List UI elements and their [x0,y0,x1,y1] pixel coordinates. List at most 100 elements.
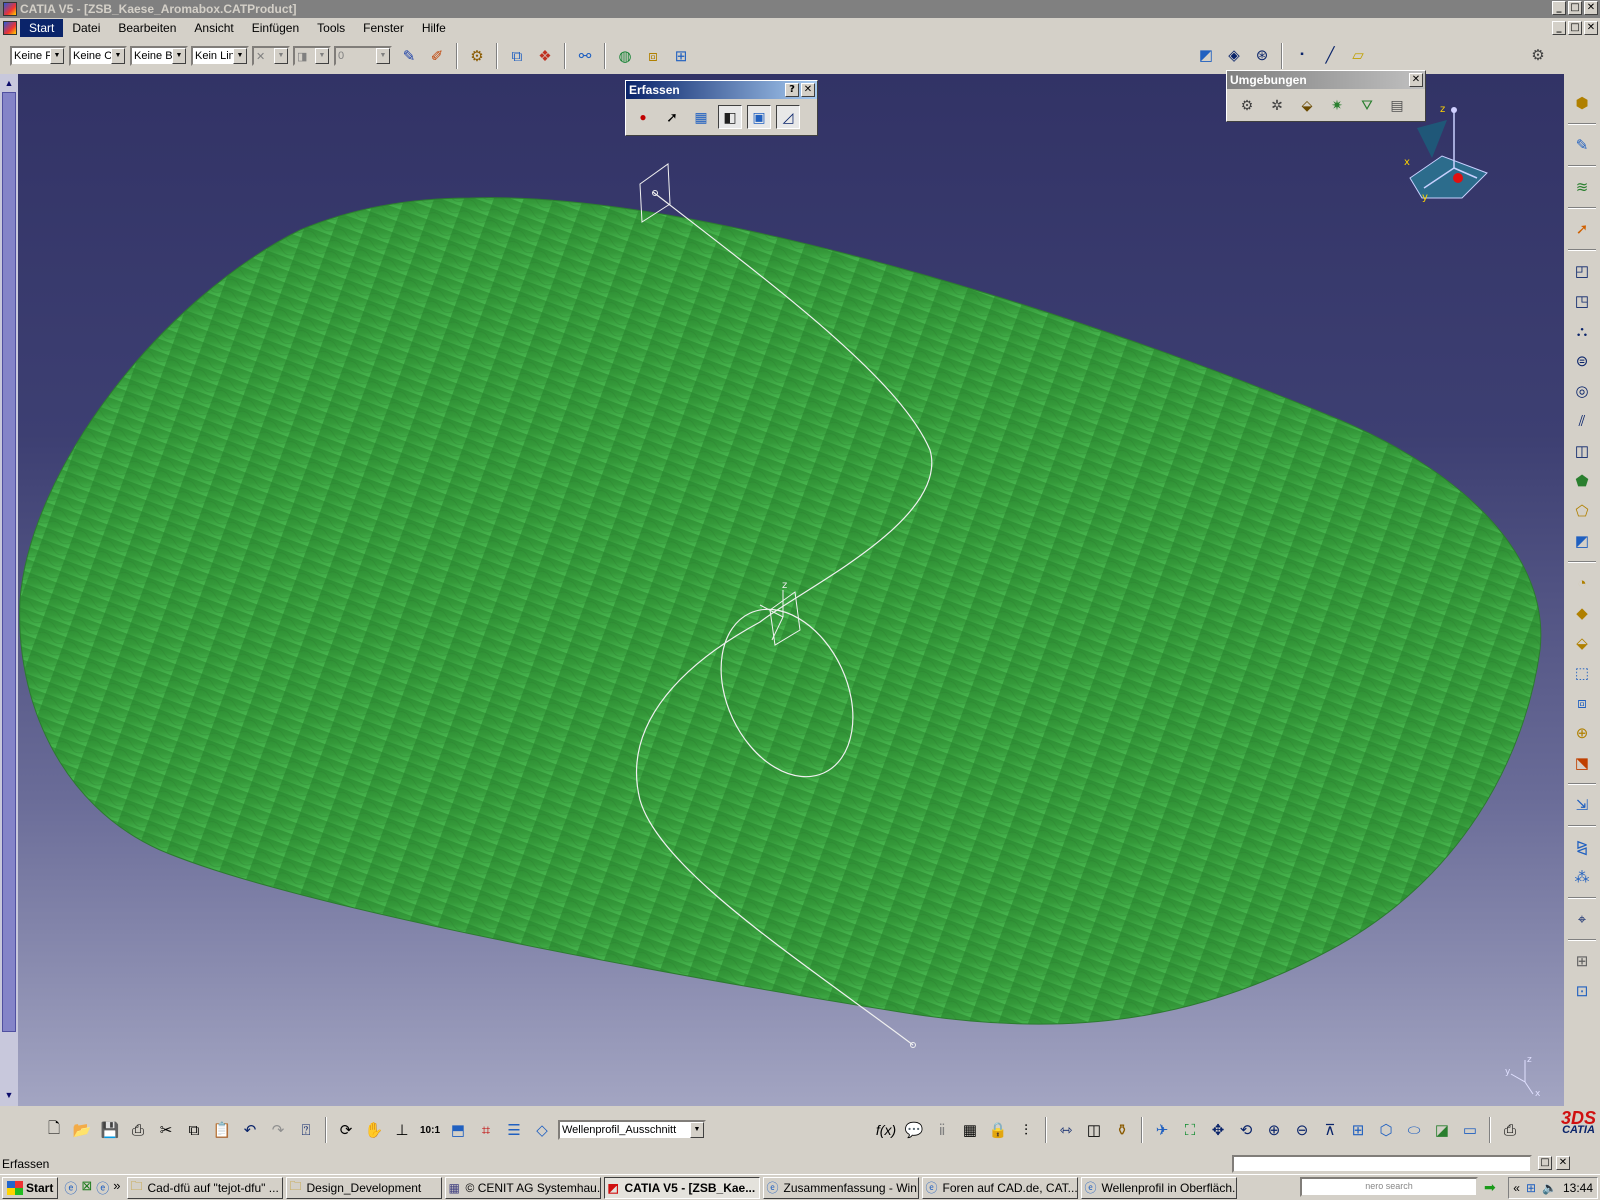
chevron-down-icon[interactable]: ▼ [274,48,288,64]
boolean-icon[interactable]: ⊞ [1569,948,1595,974]
snap-icon[interactable]: ⊛ [1250,43,1274,67]
task-button[interactable]: ▦ © CENIT AG Systemhau... [444,1176,601,1199]
line-type-combo[interactable]: Kein Lin ▼ [191,46,249,66]
scroll-down-arrow[interactable]: ▼ [2,1088,16,1102]
rendering-style-combo[interactable]: ◨ ▼ [293,46,331,66]
search-go-icon[interactable]: ➡ [1484,1179,1496,1196]
tray-chevron[interactable]: « [1513,1181,1520,1195]
menu-bearbeiten[interactable]: Bearbeiten [109,19,185,37]
mirror-icon[interactable]: ⧎ [1569,834,1595,860]
pattern-icon[interactable]: ⁂ [1569,864,1595,890]
part-design-icon[interactable]: ⬢ [1569,90,1595,116]
shaft-icon[interactable]: ⛬ [1569,318,1595,344]
remove-face-icon[interactable]: ⬔ [1569,750,1595,776]
undo-icon[interactable]: ↶ [237,1117,263,1143]
comment-icon[interactable]: 💬 [901,1117,927,1143]
parameters-icon[interactable]: ⫶ [1013,1117,1039,1143]
axis-icon[interactable]: ⊥ [389,1117,415,1143]
light-icon[interactable]: ✷ [1325,93,1349,117]
gears-icon[interactable]: ⚙ [1235,93,1259,117]
menu-start[interactable]: Start [20,19,64,37]
new-document-icon[interactable]: 🗋 [41,1117,67,1143]
task-button[interactable]: ⓔ Wellenprofil in Oberfläch... [1080,1176,1237,1199]
publish-icon[interactable]: ⎙ [1497,1117,1523,1143]
rotate-icon[interactable]: ⟲ [1233,1117,1259,1143]
erfassen-close-button[interactable]: ✕ [801,83,815,97]
snap-grid-icon[interactable]: ⌗ [473,1117,499,1143]
command-input[interactable] [1232,1155,1532,1173]
select-cursor-icon[interactable]: ➚ [660,105,684,129]
image-icon[interactable]: ▣ [747,105,771,129]
scroll-up-arrow[interactable]: ▲ [2,76,16,90]
chevron-down-icon[interactable]: ▼ [111,48,125,64]
catalog-icon[interactable]: ⧈ [641,44,665,68]
globe-icon[interactable]: ◍ [613,44,637,68]
multi-view-icon[interactable]: ⊞ [1345,1117,1371,1143]
record-icon[interactable]: ● [631,105,655,129]
environment-icon[interactable]: ▤ [1385,93,1409,117]
settings-gear-icon[interactable]: ⚙ [1526,43,1550,67]
command-restore-button[interactable]: □ [1538,1156,1552,1170]
thread-icon[interactable]: ⊕ [1569,720,1595,746]
layer-combo[interactable]: 0 ▼ [334,46,392,66]
inertia-icon[interactable]: ⚱ [1109,1117,1135,1143]
component-icon[interactable]: ❖ [533,44,557,68]
gear-icon[interactable]: ✲ [1265,93,1289,117]
stiffener-icon[interactable]: ⬟ [1569,468,1595,494]
nero-search-field[interactable]: nero search [1300,1177,1478,1197]
pad-icon[interactable]: ◰ [1569,258,1595,284]
select-arrow-icon[interactable]: ➚ [1569,216,1595,242]
chevron-down-icon[interactable]: ▼ [376,48,390,64]
quick-launch-more[interactable]: » [113,1178,120,1197]
lock-icon[interactable]: 🔒 [985,1117,1011,1143]
minimize-button[interactable]: _ [1552,1,1566,15]
hand-pan-icon[interactable]: ✋ [361,1117,387,1143]
swap-space-icon[interactable]: ▭ [1457,1117,1483,1143]
redo-icon[interactable]: ↷ [265,1117,291,1143]
umgebungen-close-button[interactable]: ✕ [1409,73,1423,87]
fit-all-icon[interactable]: ⛶ [1177,1117,1203,1143]
chamfer-icon[interactable]: ◆ [1569,600,1595,626]
iso-view-icon[interactable]: ⬡ [1373,1117,1399,1143]
chevron-down-icon[interactable]: ▼ [50,48,64,64]
painter-brush-icon[interactable]: ✎ [397,44,421,68]
task-button-active[interactable]: ◩ CATIA V5 - [ZSB_Kae... [603,1176,760,1199]
active-view-combo[interactable]: Wellenprofil_Ausschnitt ▼ [558,1120,706,1140]
remove-loft-icon[interactable]: ◩ [1569,528,1595,554]
normal-view-icon[interactable]: ⊼ [1317,1117,1343,1143]
task-button[interactable]: 🗀 Cad-dfü auf "tejot-dfu" ... [126,1176,283,1199]
measure-item-icon[interactable]: ◫ [1081,1117,1107,1143]
chevron-down-icon[interactable]: ▼ [315,48,329,64]
product-icon[interactable]: ⧉ [505,44,529,68]
assembly-icon[interactable]: ⚙ [465,44,489,68]
whats-this-icon[interactable]: ⍰ [293,1117,319,1143]
document-icon[interactable] [3,21,17,35]
menu-datei[interactable]: Datei [63,19,109,37]
hide-show-icon[interactable]: ◪ [1429,1117,1455,1143]
layer-icon[interactable]: ◇ [529,1117,555,1143]
chevron-down-icon[interactable]: ▼ [172,48,186,64]
sketch-icon[interactable]: ✎ [1569,132,1595,158]
analysis-icon[interactable]: ◈ [1222,43,1246,67]
fly-mode-icon[interactable]: ⟳ [333,1117,359,1143]
3d-viewport[interactable]: z z x y z y x [0,74,1564,1106]
loft-icon[interactable]: ⬠ [1569,498,1595,524]
transparency-combo[interactable]: Keine O ▼ [69,46,127,66]
album-icon[interactable]: ◿ [776,105,800,129]
view-mode-icon[interactable]: ⬒ [445,1117,471,1143]
list-icon[interactable]: ☰ [501,1117,527,1143]
menu-fenster[interactable]: Fenster [354,19,413,37]
hole-icon[interactable]: ◎ [1569,378,1595,404]
task-button[interactable]: ⓔ Foren auf CAD.de, CAT... [921,1176,1078,1199]
shell-icon[interactable]: ⬚ [1569,660,1595,686]
task-button[interactable]: 🗀 Design_Development [285,1176,442,1199]
umgebungen-title-bar[interactable]: Umgebungen ✕ [1227,71,1425,89]
constraint-icon[interactable]: ⚯ [573,44,597,68]
line-thickness-combo[interactable]: Keine B ▼ [130,46,188,66]
plane-icon[interactable]: ▱ [1346,43,1370,67]
formula-button[interactable]: f(x) [873,1117,899,1143]
capture-3d-icon[interactable]: ◧ [718,105,742,129]
maximize-button[interactable]: □ [1568,1,1582,15]
menu-einfuegen[interactable]: Einfügen [243,19,308,37]
task-button[interactable]: ⓔ Zusammenfassung - Win... [762,1176,919,1199]
